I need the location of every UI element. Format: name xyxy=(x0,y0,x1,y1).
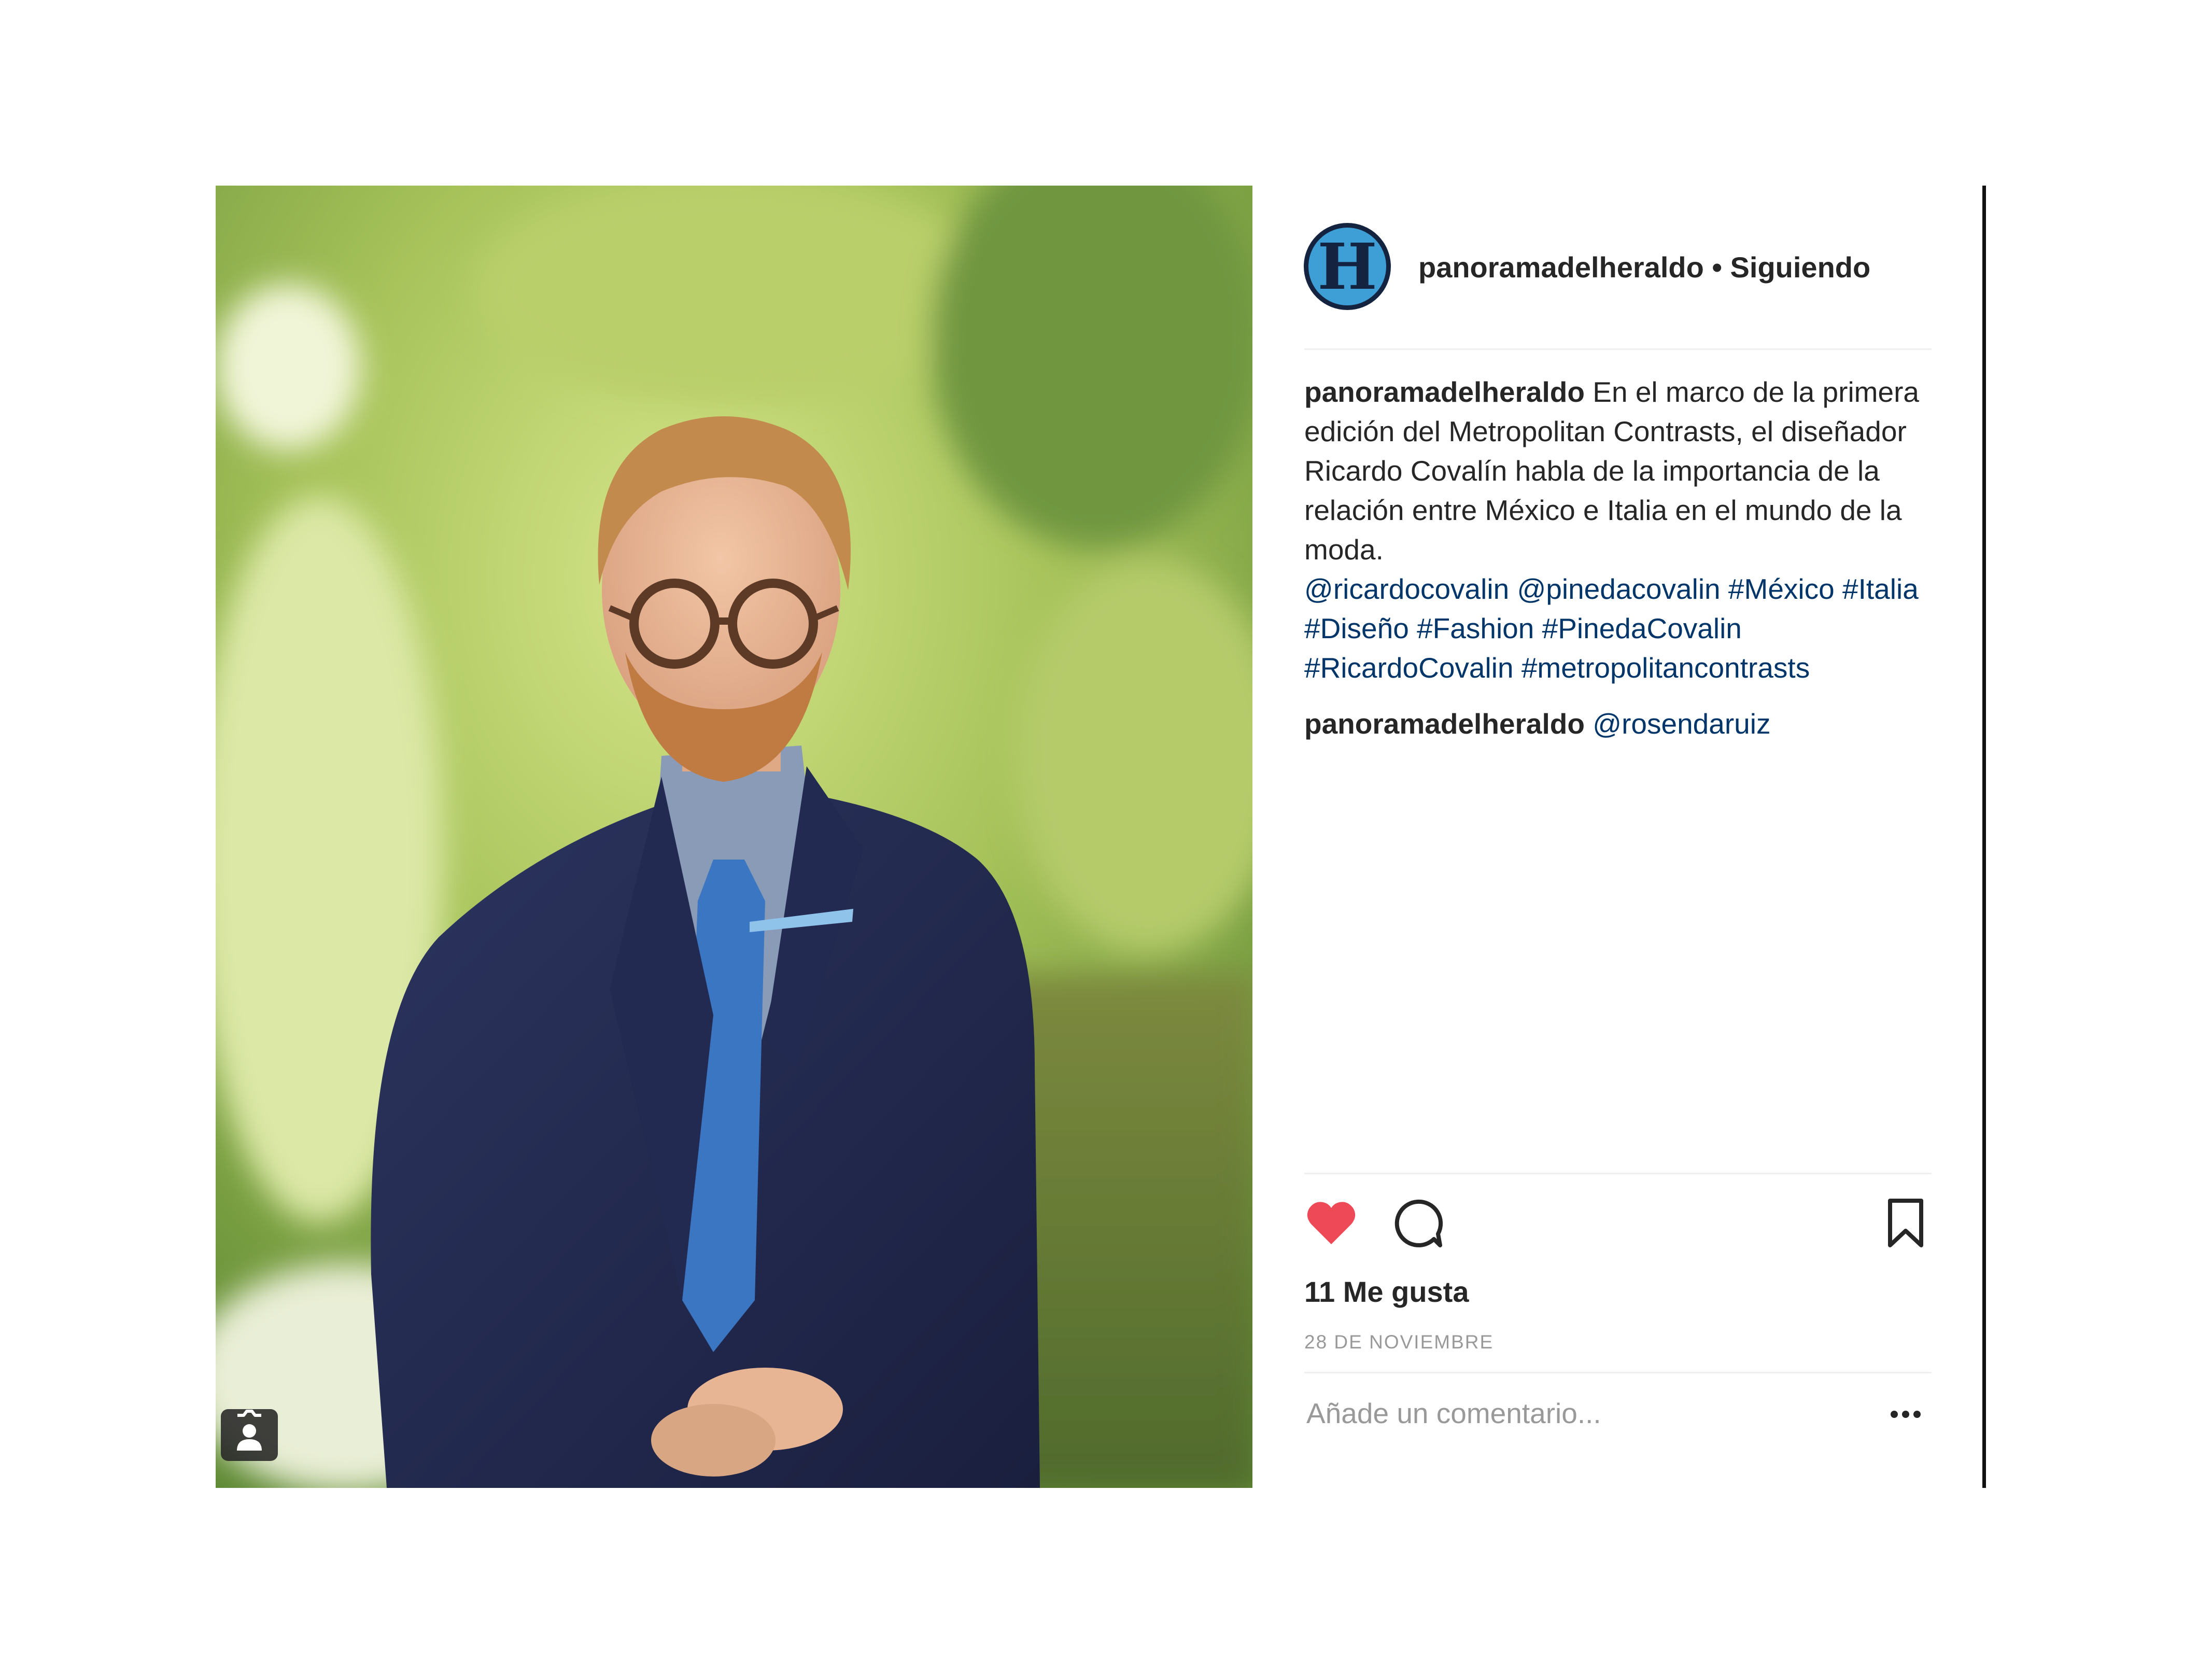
post-photo[interactable] xyxy=(216,186,1252,1488)
avatar-logo-letter: H xyxy=(1317,229,1377,304)
header-username[interactable]: panoramadelheraldo xyxy=(1418,251,1704,284)
action-bar xyxy=(1304,1197,1932,1259)
likes-count[interactable]: 11 Me gusta xyxy=(1304,1271,1469,1313)
user-tag-icon[interactable] xyxy=(221,1409,278,1461)
header-divider xyxy=(1304,348,1932,350)
hashtag-link[interactable]: #Fashion xyxy=(1417,612,1534,644)
add-comment-input[interactable] xyxy=(1306,1387,1851,1439)
hashtag-link[interactable]: #PinedaCovalin xyxy=(1542,612,1742,644)
mention-link[interactable]: @ricardocovalin xyxy=(1304,573,1509,605)
mention-link[interactable]: @rosendaruiz xyxy=(1593,708,1770,740)
header-separator: • xyxy=(1712,251,1722,284)
comment-divider xyxy=(1304,1372,1932,1373)
actions-divider xyxy=(1304,1173,1932,1174)
post-sidebar: H panoramadelheraldo • Siguiendo panoram… xyxy=(1252,186,1986,1488)
hashtag-link[interactable]: #RicardoCovalin xyxy=(1304,652,1514,684)
comment-bubble-icon[interactable] xyxy=(1390,1197,1444,1253)
comment-username[interactable]: panoramadelheraldo xyxy=(1304,708,1585,740)
portrait-photo xyxy=(216,186,1252,1488)
post-header: panoramadelheraldo • Siguiendo xyxy=(1418,247,1870,288)
heart-filled-icon[interactable] xyxy=(1304,1197,1358,1253)
panel-edge-border xyxy=(1982,186,1986,1488)
post-caption: panoramadelheraldo En el marco de la pri… xyxy=(1304,372,1942,687)
hashtag-link[interactable]: #Diseño xyxy=(1304,612,1409,644)
hashtag-link[interactable]: #México xyxy=(1728,573,1835,605)
more-options-icon[interactable] xyxy=(1880,1394,1932,1435)
hashtag-link[interactable]: #Italia xyxy=(1842,573,1919,605)
profile-avatar[interactable]: H xyxy=(1304,223,1391,310)
hashtag-link[interactable]: #metropolitancontrasts xyxy=(1521,652,1810,684)
mention-link[interactable]: @pinedacovalin xyxy=(1517,573,1720,605)
caption-username[interactable]: panoramadelheraldo xyxy=(1304,376,1585,408)
following-button[interactable]: Siguiendo xyxy=(1730,251,1871,284)
bookmark-icon[interactable] xyxy=(1881,1197,1931,1253)
comment-item: panoramadelheraldo @rosendaruiz xyxy=(1304,704,1770,743)
post-date[interactable]: 28 DE NOVIEMBRE xyxy=(1304,1329,1494,1355)
instagram-post: H panoramadelheraldo • Siguiendo panoram… xyxy=(216,186,1986,1488)
